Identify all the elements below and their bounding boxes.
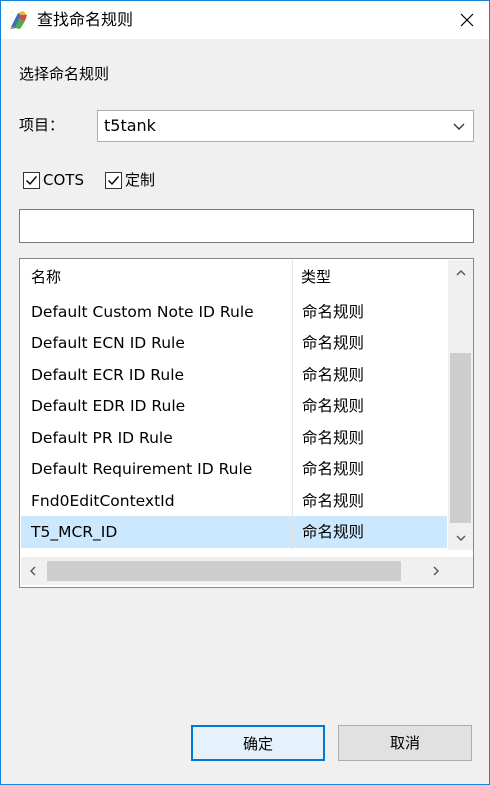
scroll-right-button[interactable] (424, 557, 448, 585)
chevron-right-icon (433, 566, 439, 576)
cots-checkbox[interactable]: COTS (23, 169, 84, 191)
project-label: 项目： (19, 116, 65, 134)
scrollbar-corner (448, 557, 473, 585)
scroll-down-button[interactable] (448, 525, 473, 550)
rule-type: 命名规则 (302, 523, 365, 541)
rule-name: Default ECR ID Rule (31, 366, 185, 384)
close-button[interactable] (444, 1, 489, 39)
naming-rule-table: 名称 类型 Default Custom Note ID Rule 命名规则 D… (19, 258, 474, 588)
rule-type: 命名规则 (302, 303, 365, 321)
rule-name: Default EDR ID Rule (31, 397, 186, 415)
rule-name: Default ECN ID Rule (31, 334, 185, 352)
ok-button[interactable]: 确定 (191, 725, 325, 761)
chevron-down-icon (453, 123, 465, 130)
column-divider[interactable] (292, 260, 293, 550)
table-row-selected[interactable]: T5_MCR_ID 命名规则 (21, 516, 447, 548)
close-icon (460, 13, 473, 27)
cancel-button[interactable]: 取消 (338, 725, 472, 761)
table-row[interactable]: Default Requirement ID Rule 命名规则 (21, 453, 447, 485)
table-header: 名称 类型 (21, 260, 448, 294)
rule-name: Fnd0EditContextId (31, 492, 175, 510)
horizontal-scroll-thumb[interactable] (47, 561, 401, 581)
rule-type: 命名规则 (302, 397, 365, 415)
horizontal-scrollbar[interactable] (21, 557, 448, 585)
chevron-left-icon (30, 566, 36, 576)
checkmark-icon (23, 171, 40, 189)
filter-input[interactable] (19, 209, 474, 243)
custom-checkbox[interactable]: 定制 (105, 169, 155, 191)
table-row[interactable]: Default PR ID Rule 命名规则 (21, 422, 447, 454)
rule-name: Default PR ID Rule (31, 429, 173, 447)
vertical-scroll-thumb[interactable] (450, 353, 471, 523)
vertical-scrollbar[interactable] (448, 260, 473, 550)
project-dropdown-value: t5tank (104, 116, 156, 135)
rule-name: T5_MCR_ID (31, 523, 118, 541)
window-title: 查找命名规则 (37, 10, 134, 29)
table-row[interactable]: Fnd0EditContextId 命名规则 (21, 485, 447, 517)
scroll-up-button[interactable] (448, 260, 473, 285)
rule-name: Default Custom Note ID Rule (31, 303, 254, 321)
project-dropdown[interactable]: t5tank (97, 110, 474, 142)
table-row[interactable]: Default ECN ID Rule 命名规则 (21, 327, 447, 359)
cots-checkbox-label: COTS (43, 171, 84, 189)
checkmark-icon (105, 171, 122, 189)
chevron-up-icon (456, 269, 465, 275)
rule-type: 命名规则 (302, 334, 365, 352)
rule-type: 命名规则 (302, 492, 365, 510)
table-row[interactable]: Default EDR ID Rule 命名规则 (21, 390, 447, 422)
custom-checkbox-label: 定制 (125, 171, 156, 189)
rule-type: 命名规则 (302, 366, 365, 384)
chevron-down-icon (456, 535, 465, 541)
rule-type: 命名规则 (302, 460, 365, 478)
rule-name: Default Requirement ID Rule (31, 460, 253, 478)
rule-type: 命名规则 (302, 429, 365, 447)
app-icon (8, 9, 30, 31)
column-header-name[interactable]: 名称 (31, 260, 61, 294)
column-header-type[interactable]: 类型 (301, 260, 331, 294)
select-naming-rule-label: 选择命名规则 (19, 65, 110, 83)
table-row[interactable]: Default Custom Note ID Rule 命名规则 (21, 296, 447, 328)
scroll-left-button[interactable] (21, 557, 45, 585)
title-bar: 查找命名规则 (1, 1, 489, 39)
table-row[interactable]: Default ECR ID Rule 命名规则 (21, 359, 447, 391)
find-naming-rule-dialog: 查找命名规则 选择命名规则 项目： t5tank COTS 定制 名称 类型 D… (0, 0, 490, 785)
